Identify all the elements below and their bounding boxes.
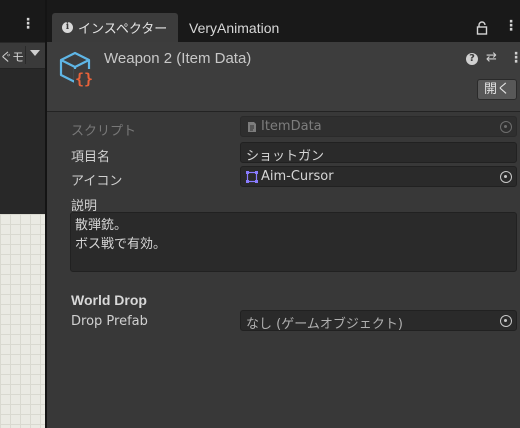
left-toolbar: ぐモ	[0, 43, 46, 69]
chevron-down-icon[interactable]	[30, 50, 40, 56]
lock-icon[interactable]	[476, 21, 488, 35]
drop-prefab-field[interactable]: なし (ゲームオブジェクト)	[240, 310, 517, 332]
inspector-header: {} Weapon 2 (Item Data) ? ⇄ ⋮ 開く	[47, 42, 520, 112]
icon-value: Aim-Cursor	[261, 169, 334, 184]
world-drop-header: World Drop	[71, 292, 147, 308]
sprite-icon	[246, 171, 258, 183]
object-title: Weapon 2 (Item Data)	[104, 50, 252, 67]
left-tabbar: ⋮	[0, 0, 46, 42]
script-field: ItemData	[240, 116, 517, 137]
item-name-value: ショットガン	[246, 149, 325, 164]
object-picker-icon[interactable]	[500, 315, 512, 327]
tab-inspector[interactable]: i インスペクター	[52, 13, 178, 42]
item-name-field[interactable]: ショットガン	[240, 142, 517, 164]
tab-inspector-label: インスペクター	[78, 22, 168, 37]
icon-field[interactable]: Aim-Cursor	[240, 166, 517, 187]
help-icon[interactable]: ?	[466, 53, 478, 65]
left-toolbar-label: ぐモ	[0, 50, 25, 64]
tab-veryanimation-label: VeryAnimation	[189, 19, 280, 36]
script-value: ItemData	[261, 119, 322, 134]
kebab-menu-icon[interactable]: ⋮	[509, 51, 520, 65]
description-line: 散弾銃。	[75, 218, 128, 233]
inspector-panel: {} Weapon 2 (Item Data) ? ⇄ ⋮ 開く スクリプト I…	[47, 42, 520, 428]
scene-grid-view[interactable]	[0, 214, 45, 428]
open-button[interactable]: 開く	[477, 79, 517, 100]
item-name-label: 項目名	[71, 150, 111, 165]
description-textarea[interactable]: 散弾銃。 ボス戦で有効。	[70, 212, 517, 272]
kebab-menu-icon[interactable]: ⋮	[504, 19, 518, 33]
drop-prefab-value: なし (ゲームオブジェクト)	[246, 317, 403, 332]
object-picker-icon[interactable]	[500, 171, 512, 183]
info-icon: i	[62, 22, 73, 33]
object-picker-icon	[500, 121, 512, 133]
kebab-menu-icon[interactable]: ⋮	[21, 17, 35, 31]
tab-veryanimation[interactable]: VeryAnimation	[189, 13, 279, 42]
scriptable-object-icon: {}	[59, 51, 94, 88]
presets-icon[interactable]: ⇄	[486, 51, 497, 65]
svg-text:{}: {}	[75, 70, 93, 88]
drop-prefab-label: Drop Prefab	[71, 314, 148, 329]
window-tabbar: i インスペクター VeryAnimation ⋮	[47, 0, 520, 42]
icon-label: アイコン	[71, 174, 123, 189]
toolbar-divider	[25, 46, 26, 64]
script-label: スクリプト	[71, 124, 137, 139]
script-file-icon	[248, 122, 256, 132]
description-line: ボス戦で有効。	[75, 237, 167, 252]
